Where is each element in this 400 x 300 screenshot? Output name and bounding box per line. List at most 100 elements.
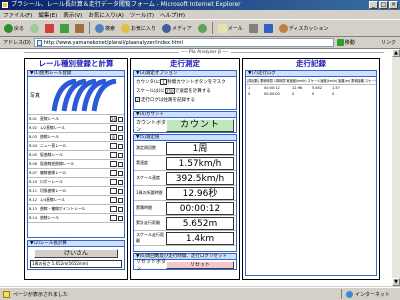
metric-row: スケール走行距離 1.4km [134, 231, 236, 246]
rail-checkbox[interactable] [118, 170, 123, 176]
vertical-scrollbar[interactable]: ▲ ▼ [392, 49, 400, 286]
counter-mask-input[interactable]: 1 [160, 78, 168, 85]
forward-button[interactable] [28, 21, 41, 35]
scroll-up-button[interactable]: ▲ [392, 49, 400, 57]
scroll-down-button[interactable]: ▼ [392, 278, 400, 286]
scale-row: スケールは(に 250 で速度を計算する [134, 86, 236, 95]
rail-checkbox[interactable] [118, 206, 123, 212]
run-measure-title: 走行測定 [170, 59, 200, 68]
forward-arrow-icon [30, 23, 40, 33]
rail-checkbox[interactable] [118, 134, 123, 140]
print-button[interactable] [247, 21, 260, 35]
toolbar-separator [211, 22, 213, 34]
metric-row: 実速度 1.57km/h [134, 156, 236, 171]
rail-name: ニュー直レール [40, 143, 67, 148]
search-button[interactable]: 検索 [93, 21, 117, 35]
star-icon [121, 23, 131, 33]
run-log-columns: [周回数] 累積時間 1周時間 実速度(km/h) スケール速度(km/h) 距… [246, 79, 376, 85]
mail-button[interactable]: メール [216, 21, 245, 35]
calc-button[interactable]: けいさん [34, 249, 118, 258]
menu-edit[interactable]: 編集(E) [38, 11, 57, 19]
scale-suffix: で速度を計算する [174, 88, 211, 94]
maximize-button[interactable]: □ [379, 1, 388, 9]
rail-checkbox[interactable] [118, 152, 123, 158]
go-button[interactable]: 移動 [336, 39, 355, 46]
rail-id: R-13 [29, 207, 38, 211]
log-cell: 00:00:12 [264, 86, 280, 90]
count-button[interactable]: カウント [166, 119, 234, 132]
minimize-button[interactable]: _ [369, 1, 378, 9]
rail-count-input[interactable] [110, 206, 117, 212]
toolbar-separator [89, 22, 91, 34]
counter-label: カウンタ(に [136, 79, 161, 85]
rail-row: R-14 曲線レール [28, 214, 124, 223]
log-cell: 1 [248, 86, 251, 90]
rail-name: ロボーレール [40, 179, 63, 184]
reset-button[interactable]: リセット [166, 260, 234, 269]
log-row: 0 00:00:00 0 0 0 [246, 91, 376, 97]
rail-count-input[interactable] [110, 188, 117, 194]
rail-count-input[interactable] [110, 161, 117, 167]
address-label: アドレス(D) [3, 40, 31, 46]
page-content: ---- Pla Analyzer β ---- レール種別登録と計算 ▼(1)… [0, 48, 400, 286]
rail-count-input[interactable] [110, 215, 117, 221]
close-button[interactable]: × [389, 1, 398, 9]
rail-count-input[interactable] [110, 179, 117, 185]
rail-list-section: ▼(1)使用レール登録 写真 R-01 直線レール 20 R-02 1/2直線レール R-… [27, 70, 125, 238]
rail-name: 坂曲線レール [40, 152, 63, 157]
run-measure-panel: 走行測定 ▼(3)測定オプション カウンタ(に 1 秒間カウントボタンをマスク … [130, 58, 240, 280]
rail-id: R-03 [29, 135, 38, 139]
globe-icon [345, 290, 353, 298]
edit-button[interactable] [262, 21, 275, 35]
rail-row: R-04 ニュー直レール [28, 142, 124, 151]
menu-help[interactable]: ヘルプ(H) [160, 11, 185, 19]
rail-checkbox[interactable] [118, 161, 123, 167]
rail-checkbox[interactable] [118, 197, 123, 203]
menu-tools[interactable]: ツール(T) [130, 11, 154, 19]
media-button[interactable]: メディア [160, 21, 194, 35]
rail-checkbox[interactable] [118, 116, 123, 122]
stop-button[interactable] [43, 21, 56, 35]
rail-id: R-02 [29, 126, 38, 130]
menu-file[interactable]: ファイル(F) [3, 11, 32, 19]
rail-checkbox[interactable] [118, 215, 123, 221]
address-bar: アドレス(D) http://www.yamanekonet/plarail/p… [0, 37, 400, 48]
scale-input[interactable]: 250 [164, 87, 175, 94]
rail-checkbox[interactable] [118, 188, 123, 194]
back-button[interactable]: 戻る [2, 21, 26, 35]
discuss-button[interactable]: ディスカッション [277, 21, 331, 35]
count-row: カウントボタン カウント [134, 118, 236, 133]
rail-name: 直線レール [40, 116, 59, 121]
links-button[interactable]: リンク [381, 39, 400, 46]
rail-name: 坂曲線逆曲線レール [40, 161, 75, 166]
menu-view[interactable]: 表示(V) [63, 11, 82, 19]
rail-count-input[interactable] [110, 152, 117, 158]
address-input[interactable]: http://www.yamanekonet/plarail/plaanalyz… [33, 38, 334, 47]
favorites-button[interactable]: お気に入り [119, 21, 158, 35]
rail-checkbox[interactable] [118, 179, 123, 185]
history-button[interactable] [196, 21, 209, 35]
rail-count-input[interactable] [110, 125, 117, 131]
rail-checkbox[interactable] [118, 125, 123, 131]
refresh-button[interactable] [58, 21, 71, 35]
metric-row: 累計走行距離 5.652m [134, 216, 236, 231]
rail-checkbox[interactable] [118, 143, 123, 149]
log-cell: 0 [332, 92, 335, 96]
rail-count-input[interactable] [110, 197, 117, 203]
count-label: カウントボタン [136, 119, 167, 133]
rail-register-title: レール種別登録と計算 [38, 59, 114, 68]
log-option-label: 走行ログは往路を記録する [141, 97, 195, 103]
metric-label: 1周の所要時間 [136, 190, 163, 195]
home-button[interactable] [73, 21, 86, 35]
rail-count-input[interactable] [110, 170, 117, 176]
log-checkbox[interactable]: ✓ [135, 97, 140, 102]
run-log-textarea[interactable]: 1 00:00:12 12.96 5.652 1.57 0 00:00:00 0 0 0 [246, 85, 376, 275]
rail-count-input[interactable] [110, 143, 117, 149]
status-bar: ページが表示されました インターネット [0, 287, 400, 300]
log-cell: 12.96 [292, 86, 303, 90]
menu-favorites[interactable]: お気に入り(A) [88, 11, 124, 19]
metric-row: 累積時間 00:00:12 [134, 201, 236, 216]
rail-name: 曲線レール [40, 215, 59, 220]
rail-count-input[interactable]: 20 [110, 116, 117, 122]
rail-count-input[interactable]: 8 [110, 134, 117, 140]
